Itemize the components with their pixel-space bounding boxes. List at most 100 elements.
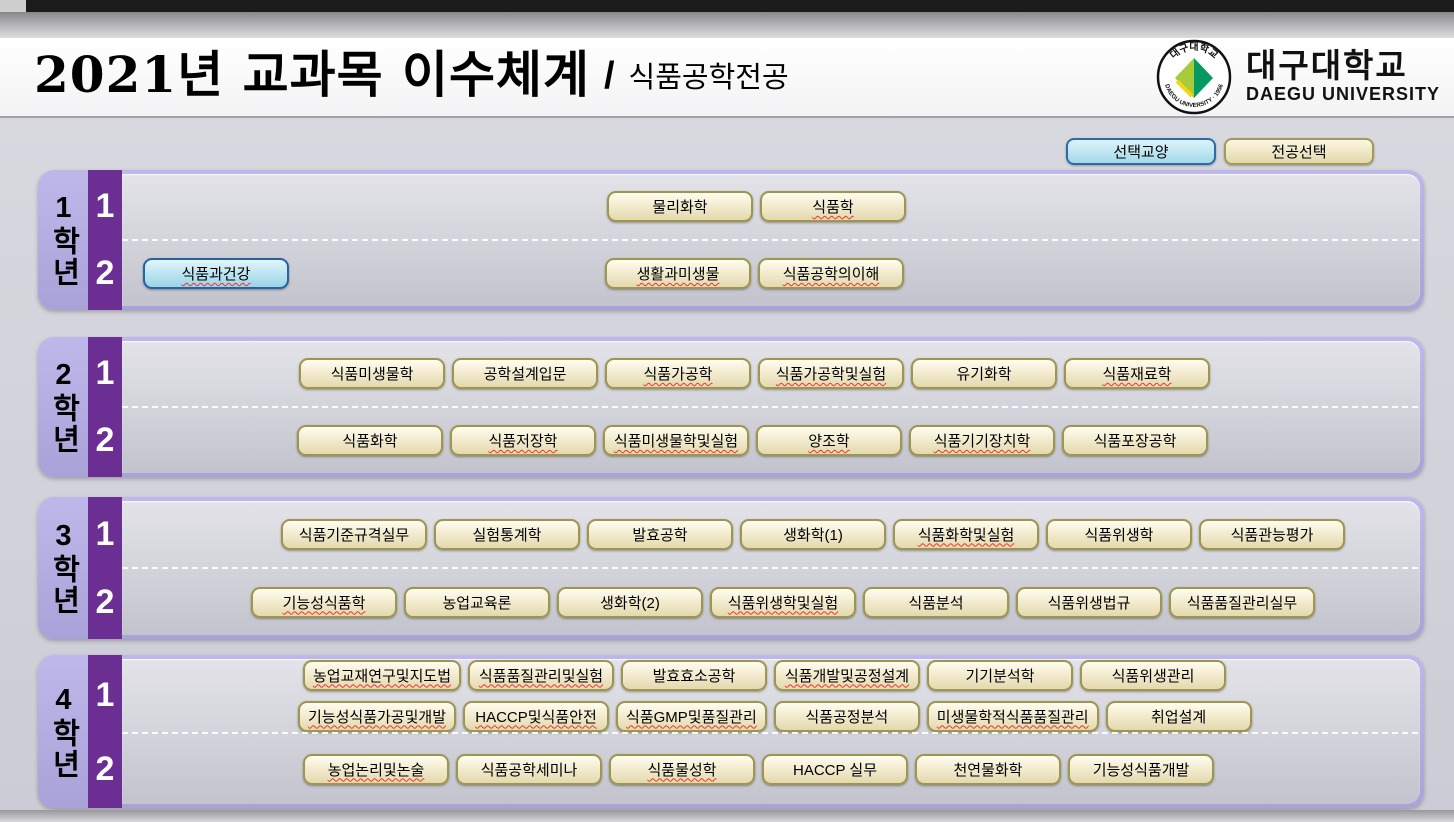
year-label-column: 2학년	[38, 337, 88, 477]
course-label: 식품개발및공정설계	[785, 665, 909, 686]
year-label: 2학년	[49, 359, 78, 455]
year3-semester-2: 2기능성식품학농업교육론생화학(2)식품위생학및실험식품분석식품위생법규식품품질…	[122, 569, 1418, 635]
course-label: 식품공정분석	[805, 706, 888, 727]
course-button[interactable]: 발효효소공학	[621, 660, 767, 691]
course-button[interactable]: 식품기기장치학	[909, 425, 1055, 456]
course-button[interactable]: 천연물화학	[915, 754, 1061, 785]
course-button[interactable]: 식품위생학	[1046, 519, 1192, 550]
semester-number: 2	[88, 750, 122, 789]
year-label-column: 3학년	[38, 497, 88, 639]
course-label: 식품분석	[908, 592, 963, 613]
course-button[interactable]: 식품품질관리실무	[1169, 587, 1315, 618]
top-left-notch	[0, 0, 26, 12]
course-button[interactable]: 식품위생학및실험	[710, 587, 856, 618]
course-button[interactable]: 식품물성학	[609, 754, 755, 785]
course-row: 식품미생물학공학설계입문식품가공학식품가공학및실험유기화학 식품재료학	[122, 358, 1418, 389]
semester-number: 1	[88, 354, 122, 393]
year-band-3: 3학년1식품기준규격실무실험통계학발효공학생화학(1)식품화학및실험식품위생학식…	[38, 497, 1424, 639]
course-button[interactable]: 미생물학적식품품질관리	[927, 701, 1099, 732]
course-row: 식품기준규격실무 실험통계학 발효공학 생화학(1) 식품화학및실험 식품위생학식품관능평…	[122, 519, 1418, 550]
course-label: 기능성식품개발	[1093, 759, 1190, 780]
legend: 선택교양 전공선택	[38, 138, 1374, 165]
course-button[interactable]: 실험통계학	[434, 519, 580, 550]
course-button[interactable]: 식품과건강	[143, 258, 289, 289]
course-row: 기능성식품가공및개발 HACCP및식품안전 식품GMP및품질관리 식품공정분석 미생물학…	[122, 701, 1418, 732]
university-wordmark: 대구대학교 DAEGU UNIVERSITY	[1246, 49, 1440, 105]
course-button[interactable]: HACCP 실무	[762, 754, 908, 785]
legend-major-elective[interactable]: 전공선택	[1224, 138, 1374, 165]
course-button[interactable]: 기능성식품학	[251, 587, 397, 618]
course-label: 농업교재연구및지도법	[313, 665, 451, 686]
course-button[interactable]: 식품가공학	[605, 358, 751, 389]
course-button[interactable]: 기능성식품개발	[1068, 754, 1214, 785]
course-button[interactable]: 양조학	[756, 425, 902, 456]
course-button[interactable]: HACCP및식품안전	[463, 701, 609, 732]
course-button[interactable]: 식품위생관리	[1080, 660, 1226, 691]
bottom-silver-strip	[0, 810, 1454, 822]
course-button[interactable]: 식품공학세미나	[456, 754, 602, 785]
course-label: 기기분석학	[966, 665, 1035, 686]
course-label: 천연물화학	[953, 759, 1022, 780]
course-button[interactable]: 식품관능평가	[1199, 519, 1345, 550]
course-label: 기능성식품학	[283, 592, 366, 613]
course-button[interactable]: 생화학(1)	[740, 519, 886, 550]
course-label: 식품과건강	[181, 263, 250, 284]
course-label: 생활과미생물	[637, 263, 720, 284]
course-button[interactable]: 생활과미생물	[605, 258, 751, 289]
course-label: 식품공학의이해	[783, 263, 880, 284]
year-label: 1학년	[49, 192, 78, 288]
course-label: 식품학	[812, 196, 853, 217]
course-label: 식품화학및실험	[918, 524, 1015, 545]
course-button[interactable]: 식품기준규격실무	[281, 519, 427, 550]
course-button[interactable]: 식품위생법규	[1016, 587, 1162, 618]
year-label-column: 1학년	[38, 170, 88, 310]
course-button[interactable]: 식품화학및실험	[893, 519, 1039, 550]
course-label: 물리화학	[652, 196, 707, 217]
course-row: 식품화학식품저장학식품미생물학및실험양조학식품기기장치학식품포장공학	[122, 425, 1418, 456]
course-button[interactable]: 식품가공학및실험	[758, 358, 904, 389]
page-title: 2021년 교과목 이수체계 / 식품공학전공	[34, 50, 789, 104]
course-button[interactable]: 발효공학	[587, 519, 733, 550]
course-button[interactable]: 식품화학	[297, 425, 443, 456]
course-label: 식품위생학및실험	[728, 592, 838, 613]
course-button[interactable]: 식품재료학	[1064, 358, 1210, 389]
legend-elective-liberal[interactable]: 선택교양	[1066, 138, 1216, 165]
year1-semester-2: 2식품과건강생활과미생물식품공학의이해	[122, 241, 1418, 306]
semester-number: 2	[88, 583, 122, 622]
semester-number: 2	[88, 254, 122, 293]
course-button[interactable]: 생화학(2)	[557, 587, 703, 618]
semester-number: 2	[88, 421, 122, 460]
course-button[interactable]: 농업교재연구및지도법	[303, 660, 461, 691]
course-label: HACCP및식품안전	[475, 706, 597, 727]
course-button[interactable]: 식품개발및공정설계	[774, 660, 920, 691]
course-button[interactable]: 식품분석	[863, 587, 1009, 618]
course-button[interactable]: 공학설계입문	[452, 358, 598, 389]
course-button[interactable]: 식품포장공학	[1062, 425, 1208, 456]
course-button[interactable]: 기기분석학	[927, 660, 1073, 691]
course-label: 식품재료학	[1102, 363, 1171, 384]
course-button[interactable]: 유기화학	[911, 358, 1057, 389]
title-major: 식품공학전공	[629, 54, 789, 104]
course-button[interactable]: 식품공정분석	[774, 701, 920, 732]
course-button[interactable]: 식품공학의이해	[758, 258, 904, 289]
year-band-4: 4학년1농업교재연구및지도법식품품질관리및실험발효효소공학식품개발및공정설계기기…	[38, 655, 1424, 808]
course-button[interactable]: 물리화학	[607, 191, 753, 222]
course-button[interactable]: 농업논리및논술	[303, 754, 449, 785]
course-button[interactable]: 식품미생물학	[299, 358, 445, 389]
course-label: 발효공학	[632, 524, 687, 545]
course-row: 물리화학 식품학	[122, 191, 1418, 222]
course-row: 농업논리및논술식품공학세미나식품물성학HACCP 실무 천연물화학 기능성식품개발	[122, 754, 1418, 785]
course-button[interactable]: 식품미생물학및실험	[603, 425, 749, 456]
year1-semester-1: 1물리화학식품학	[122, 174, 1418, 239]
course-button[interactable]: 식품학	[760, 191, 906, 222]
course-button[interactable]: 식품저장학	[450, 425, 596, 456]
university-name-kr: 대구대학교	[1246, 49, 1440, 84]
year-band-1: 1학년1물리화학식품학2식품과건강생활과미생물식품공학의이해	[38, 170, 1424, 310]
course-button[interactable]: 농업교육론	[404, 587, 550, 618]
course-label: 식품기준규격실무	[299, 524, 409, 545]
course-button[interactable]: 취업설계	[1106, 701, 1252, 732]
curriculum-main: 선택교양 전공선택 1학년 1 물리화학 식품학 2 식품과건강 생활과미생물 식품공학의이해…	[0, 120, 1454, 810]
course-button[interactable]: 기능성식품가공및개발	[298, 701, 456, 732]
course-button[interactable]: 식품GMP및품질관리	[616, 701, 767, 732]
course-button[interactable]: 식품품질관리및실험	[468, 660, 614, 691]
